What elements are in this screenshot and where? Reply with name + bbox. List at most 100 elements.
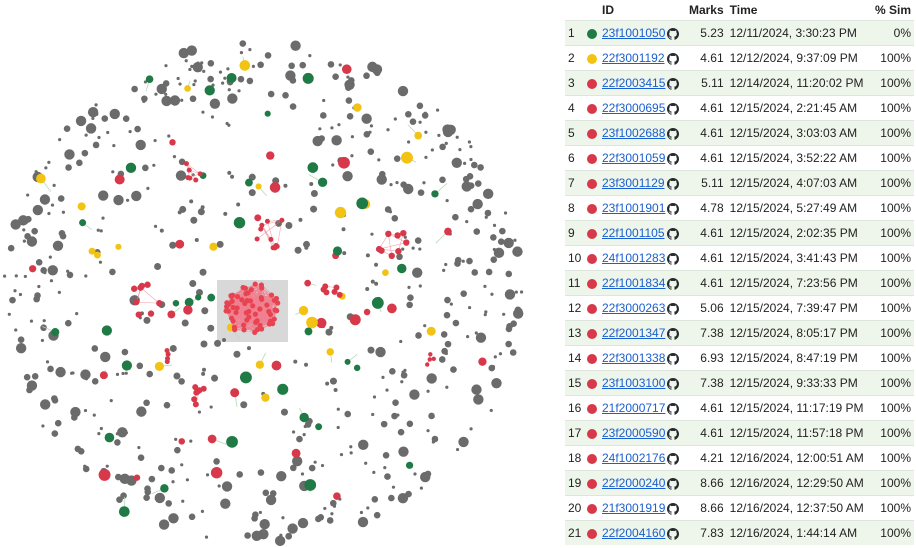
- graph-node[interactable]: [167, 310, 176, 319]
- graph-node[interactable]: [192, 82, 196, 87]
- graph-node[interactable]: [318, 127, 322, 131]
- graph-node[interactable]: [91, 378, 99, 385]
- graph-node[interactable]: [398, 446, 409, 457]
- graph-node[interactable]: [77, 448, 85, 455]
- github-icon[interactable]: [667, 452, 680, 465]
- graph-node[interactable]: [89, 125, 93, 129]
- graph-node[interactable]: [29, 265, 37, 273]
- graph-node[interactable]: [264, 302, 270, 308]
- graph-node[interactable]: [489, 408, 493, 413]
- table-row[interactable]: 15 23f1003100 7.38 12/15/2024, 9:33:33 PM 10…: [565, 370, 914, 396]
- graph-node[interactable]: [345, 97, 353, 104]
- graph-node[interactable]: [308, 464, 316, 472]
- graph-node[interactable]: [251, 515, 258, 522]
- graph-node[interactable]: [474, 180, 482, 187]
- graph-node[interactable]: [47, 211, 51, 216]
- graph-node[interactable]: [143, 399, 150, 407]
- graph-node[interactable]: [482, 188, 494, 200]
- graph-node[interactable]: [484, 310, 488, 314]
- graph-node[interactable]: [92, 413, 96, 417]
- student-id-link[interactable]: 24f1002176: [602, 451, 665, 465]
- graph-node[interactable]: [195, 294, 202, 301]
- github-icon[interactable]: [666, 227, 679, 240]
- graph-node[interactable]: [154, 361, 164, 371]
- student-id-link[interactable]: 23f1001050: [602, 26, 665, 40]
- graph-node[interactable]: [63, 125, 71, 133]
- graph-node[interactable]: [386, 128, 390, 132]
- table-row[interactable]: 18 24f1002176 4.21 12/16/2024, 12:00:51 AM 1…: [565, 445, 914, 471]
- graph-node[interactable]: [92, 141, 100, 149]
- github-icon[interactable]: [667, 477, 680, 490]
- graph-node[interactable]: [163, 401, 171, 409]
- graph-node[interactable]: [54, 419, 62, 427]
- graph-node[interactable]: [291, 430, 296, 434]
- table-row[interactable]: 7 23f3001129 5.11 12/15/2024, 4:07:03 AM 100…: [565, 170, 914, 196]
- graph-node[interactable]: [264, 52, 272, 59]
- graph-node[interactable]: [423, 324, 427, 328]
- graph-node[interactable]: [346, 75, 350, 79]
- graph-node[interactable]: [373, 511, 381, 519]
- graph-node[interactable]: [153, 224, 158, 228]
- table-row[interactable]: 5 23f1002688 4.61 12/15/2024, 3:03:03 AM 100…: [565, 120, 914, 146]
- graph-node[interactable]: [375, 346, 386, 358]
- graph-node[interactable]: [9, 296, 16, 304]
- graph-node[interactable]: [361, 113, 372, 124]
- graph-node[interactable]: [227, 93, 238, 104]
- graph-node[interactable]: [200, 340, 208, 348]
- graph-node[interactable]: [121, 348, 129, 356]
- graph-node[interactable]: [99, 426, 103, 431]
- graph-node[interactable]: [254, 214, 262, 222]
- graph-node[interactable]: [181, 319, 189, 327]
- graph-node[interactable]: [23, 274, 27, 279]
- graph-node[interactable]: [26, 386, 33, 394]
- graph-node[interactable]: [136, 362, 144, 370]
- graph-node[interactable]: [237, 75, 245, 83]
- graph-node[interactable]: [409, 389, 420, 400]
- graph-node[interactable]: [230, 388, 240, 398]
- graph-node[interactable]: [267, 90, 275, 98]
- graph-node[interactable]: [323, 506, 327, 511]
- graph-node[interactable]: [32, 204, 44, 216]
- graph-node[interactable]: [180, 98, 184, 102]
- graph-node[interactable]: [65, 164, 72, 171]
- graph-node[interactable]: [484, 209, 492, 217]
- graph-node[interactable]: [349, 314, 361, 326]
- graph-node[interactable]: [439, 143, 446, 151]
- graph-node[interactable]: [461, 259, 465, 263]
- graph-node[interactable]: [460, 290, 467, 298]
- graph-node[interactable]: [222, 338, 227, 343]
- graph-node[interactable]: [269, 490, 277, 497]
- graph-node[interactable]: [236, 202, 241, 207]
- graph-node[interactable]: [353, 364, 361, 372]
- graph-node[interactable]: [388, 252, 395, 260]
- graph-node[interactable]: [417, 189, 425, 196]
- graph-node[interactable]: [41, 424, 45, 428]
- graph-node[interactable]: [172, 155, 177, 159]
- graph-node[interactable]: [199, 268, 207, 276]
- graph-node[interactable]: [332, 246, 343, 256]
- graph-node[interactable]: [160, 484, 169, 493]
- graph-node[interactable]: [423, 111, 427, 115]
- graph-node[interactable]: [77, 202, 86, 211]
- graph-node[interactable]: [467, 140, 471, 144]
- table-row[interactable]: 20 21f3001919 8.66 12/16/2024, 12:37:50 AM 1…: [565, 495, 914, 521]
- graph-node[interactable]: [367, 148, 375, 156]
- graph-node[interactable]: [424, 155, 428, 159]
- graph-node[interactable]: [274, 308, 280, 314]
- graph-node[interactable]: [178, 82, 182, 86]
- graph-node[interactable]: [146, 370, 154, 378]
- graph-node[interactable]: [113, 194, 124, 206]
- graph-node[interactable]: [88, 247, 96, 255]
- graph-node[interactable]: [243, 310, 249, 316]
- graph-node[interactable]: [115, 432, 119, 436]
- graph-node[interactable]: [204, 85, 215, 96]
- github-icon[interactable]: [666, 177, 679, 190]
- graph-node[interactable]: [401, 370, 405, 374]
- graph-node[interactable]: [401, 151, 413, 164]
- graph-node[interactable]: [178, 438, 186, 445]
- graph-node[interactable]: [504, 289, 516, 300]
- graph-node[interactable]: [326, 348, 334, 356]
- graph-node[interactable]: [285, 222, 293, 230]
- github-icon[interactable]: [667, 102, 680, 115]
- graph-node[interactable]: [342, 170, 353, 182]
